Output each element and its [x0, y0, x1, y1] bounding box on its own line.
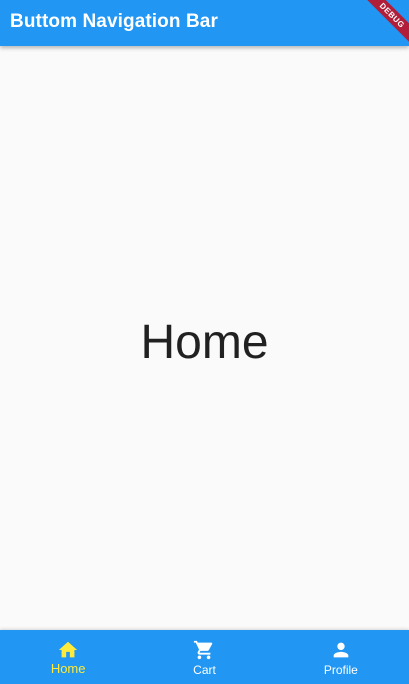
- page-body: Home: [0, 46, 409, 630]
- page-title: Home: [140, 315, 269, 369]
- nav-item-cart[interactable]: Cart: [136, 630, 272, 684]
- nav-item-home-label: Home: [50, 661, 86, 676]
- nav-item-profile-label: Profile: [323, 663, 358, 677]
- bottom-navigation-bar: Home Cart Profile: [0, 630, 409, 684]
- nav-item-home[interactable]: Home: [0, 630, 136, 684]
- person-icon: [333, 642, 349, 658]
- home-icon: [58, 641, 78, 658]
- nav-item-cart-label: Cart: [193, 663, 216, 677]
- debug-banner-label: DEBUG: [363, 0, 409, 46]
- shopping-cart-icon: [194, 640, 213, 660]
- debug-banner: DEBUG: [363, 0, 409, 46]
- app-bar: Buttom Navigation Bar: [0, 0, 409, 46]
- nav-item-profile[interactable]: Profile: [273, 630, 409, 684]
- app-bar-title: Buttom Navigation Bar: [10, 11, 218, 32]
